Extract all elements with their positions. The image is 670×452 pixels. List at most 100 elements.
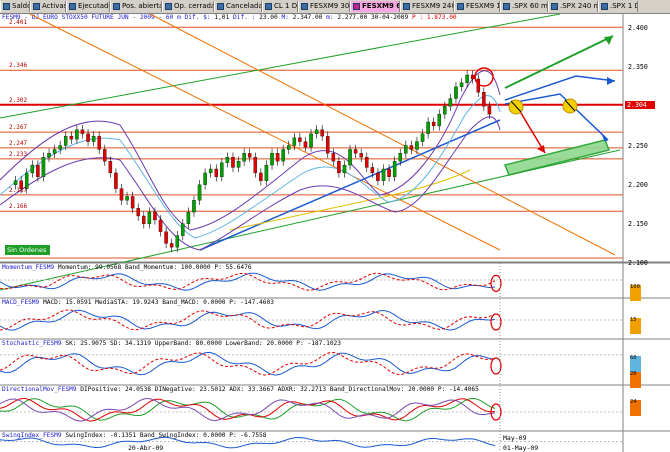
level-label: 2.247 xyxy=(9,139,28,147)
candle-body xyxy=(114,172,118,189)
candle-body xyxy=(164,231,168,244)
indicator-values: SwingIndex: -0.1351 Band_SwingIndex: 0.0… xyxy=(65,432,267,439)
candle-body xyxy=(398,153,402,162)
candle-body xyxy=(41,157,46,177)
candle-body xyxy=(487,106,492,115)
x-date-left: 20-Abr-09 xyxy=(128,444,164,452)
candle-body xyxy=(465,74,469,83)
candle-body xyxy=(370,167,375,174)
directional-side-badge[interactable]: 24 xyxy=(630,399,641,416)
indicator-name: DirectionalMov_FESM9 xyxy=(2,386,77,393)
candle-body xyxy=(69,135,74,140)
candle-body xyxy=(431,121,436,127)
level-label: 2.401 xyxy=(9,19,28,27)
candle-body xyxy=(426,121,430,134)
candle-body xyxy=(91,135,96,142)
candle-body xyxy=(286,145,291,150)
candle-body xyxy=(303,141,308,148)
candle-body xyxy=(103,149,107,162)
level-label: 2.267 xyxy=(9,124,28,132)
y-axis-label: 2.200 xyxy=(628,180,648,189)
blue-projection-lower xyxy=(504,93,609,141)
stochastic-side-badge-bottom[interactable]: 20 xyxy=(630,371,641,388)
indicator-header: DirectionalMov_FESM9 DIPositive: 24.0538… xyxy=(2,386,479,393)
candle-body xyxy=(158,219,163,232)
indicator-values: MACD: 15.0591 MediaSTA: 19.9243 Band_MAC… xyxy=(43,299,274,306)
y-axis-label: 2.400 xyxy=(628,24,648,32)
x-date-right: 01-May-09 xyxy=(503,444,539,452)
candle-body xyxy=(136,208,140,217)
level-label: 2.233 xyxy=(9,150,28,158)
macd-side-badge[interactable]: 15 xyxy=(630,317,641,334)
candle-body xyxy=(58,145,62,150)
candle-body xyxy=(448,98,453,107)
indicator-name: MACD_FESM9 xyxy=(2,299,40,306)
candle-body xyxy=(13,180,18,185)
candle-body xyxy=(470,74,475,80)
candle-body xyxy=(147,211,152,224)
candle-body xyxy=(281,149,285,162)
candle-body xyxy=(454,86,458,99)
lower-band xyxy=(0,116,501,251)
candle-body xyxy=(337,161,341,174)
candle-body xyxy=(275,153,280,162)
candle-body xyxy=(443,106,447,115)
candle-body xyxy=(203,172,207,185)
divergence-highlight xyxy=(490,274,502,292)
red-projection-arrow xyxy=(517,107,546,154)
candle-body xyxy=(186,211,191,224)
candle-body xyxy=(153,211,157,221)
momentum-side-badge[interactable]: 100 xyxy=(630,284,641,301)
y-axis-label: 2.100 xyxy=(628,259,648,267)
indicator-header: Momentum_FESM9 Momentum: 99.0568 Band_Mo… xyxy=(2,264,252,271)
level-label: 2.166 xyxy=(9,203,28,211)
candle-body xyxy=(459,82,464,87)
candle-body xyxy=(420,133,425,142)
indicator-line xyxy=(0,397,496,422)
candle-body xyxy=(292,137,297,146)
candle-body xyxy=(326,135,330,154)
indicator-name: Stochastic_FESM9 xyxy=(2,340,62,347)
candle-body xyxy=(353,149,358,154)
candle-body xyxy=(192,200,196,213)
candle-body xyxy=(331,153,336,162)
candle-body xyxy=(175,235,179,248)
blue-arrowhead-upper xyxy=(607,77,615,85)
price-chart[interactable] xyxy=(0,0,670,452)
indicator-name: Momentum_FESM9 xyxy=(2,264,55,271)
candle-body xyxy=(381,168,386,181)
candle-body xyxy=(80,129,85,134)
candle-body xyxy=(437,114,442,127)
candle-body xyxy=(108,161,113,174)
candle-body xyxy=(482,92,486,107)
candle-body xyxy=(125,196,129,201)
candle-body xyxy=(214,168,219,177)
candle-body xyxy=(236,161,241,168)
indicator-line xyxy=(0,397,496,422)
candle-body xyxy=(298,137,302,142)
candle-body xyxy=(30,164,35,174)
candle-body xyxy=(220,162,224,177)
divergence-highlight xyxy=(490,313,502,331)
candle-body xyxy=(253,157,258,174)
candle-body xyxy=(63,135,68,146)
candle-body xyxy=(231,157,235,168)
green-projection-arrow xyxy=(504,35,614,89)
x-month-mark: May-09 xyxy=(503,434,527,442)
candle-body xyxy=(242,153,246,162)
target-zone xyxy=(503,139,611,176)
last-price-tag: 2.304 xyxy=(625,101,655,109)
mid-band xyxy=(0,95,501,239)
level-label: 2.302 xyxy=(9,96,28,104)
indicator-line xyxy=(0,272,496,291)
level-label: 2.187 xyxy=(9,186,28,194)
candle-body xyxy=(409,145,414,150)
no-orders-button[interactable]: Sin Ordenes xyxy=(5,245,50,255)
candle-body xyxy=(97,135,101,150)
indicator-line xyxy=(0,398,496,422)
candle-body xyxy=(52,149,57,154)
level-label: 2.346 xyxy=(9,62,28,70)
candle-body xyxy=(264,164,269,181)
indicator-header: MACD_FESM9 MACD: 15.0591 MediaSTA: 19.92… xyxy=(2,299,274,306)
stochastic-side-badge-top[interactable]: 60 xyxy=(630,355,641,372)
